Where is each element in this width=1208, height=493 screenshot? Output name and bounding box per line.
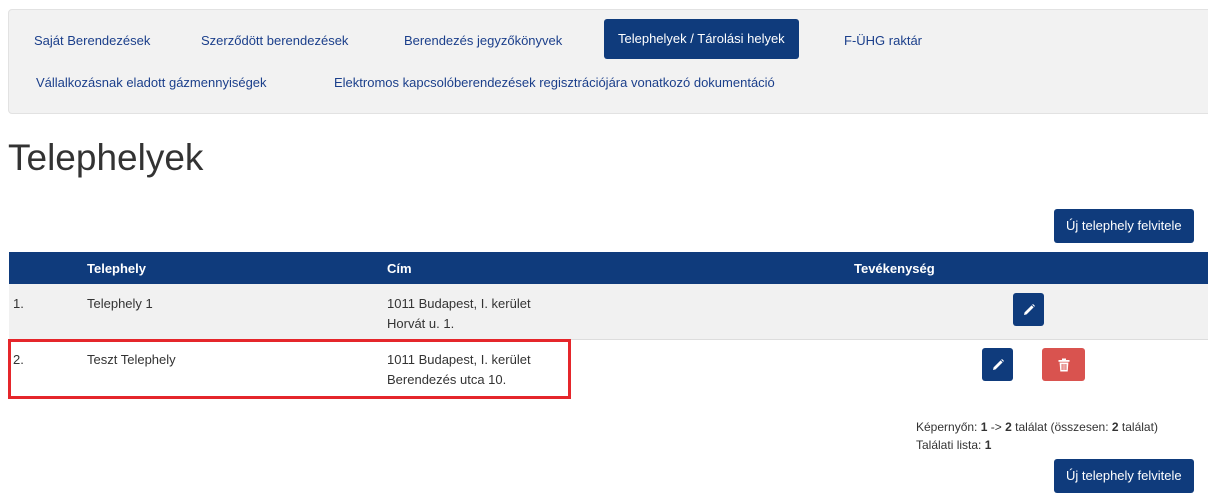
col-num-header [9, 252, 87, 284]
tab-telephelyek[interactable]: Telephelyek / Tárolási helyek [604, 19, 799, 59]
tab-fuhg-raktar[interactable]: F-ÜHG raktár [844, 21, 922, 61]
table-header-row: Telephely Cím Tevékenység [9, 252, 1208, 284]
col-tevekenyseg-header: Tevékenység [854, 252, 1208, 284]
tab-eladott-gazmennyisegek[interactable]: Vállalkozásnak eladott gázmennyiségek [36, 63, 267, 103]
pencil-icon [1023, 303, 1035, 315]
col-telephely-header: Telephely [87, 252, 387, 284]
add-site-button-top[interactable]: Új telephely felvitele [1054, 209, 1194, 243]
pager-list: Találati lista: 1 [916, 436, 1158, 454]
delete-button-row-2[interactable] [1042, 348, 1085, 381]
pager-from: 1 [980, 420, 988, 434]
col-cim-header: Cím [387, 252, 854, 284]
pager-range: Képernyőn: 1 -> 2 találat (összesen: 2 t… [916, 418, 1158, 436]
pencil-icon [992, 358, 1004, 370]
row-cim-line1: 1011 Budapest, I. kerület [387, 352, 531, 367]
pager-page-link[interactable]: 1 [985, 438, 992, 452]
row-cim-line2: Berendezés utca 10. [387, 372, 507, 387]
trash-icon [1058, 358, 1069, 371]
row-cim-line2: Horvát u. 1. [387, 316, 455, 331]
pager-arrow: -> [990, 420, 1002, 434]
tab-sajat-berendezesek[interactable]: Saját Berendezések [34, 21, 150, 61]
row-telephely: Telephely 1 [87, 296, 153, 311]
add-site-button-bottom[interactable]: Új telephely felvitele [1054, 459, 1194, 493]
row-cim: 1011 Budapest, I. kerület Horvát u. 1. [387, 284, 854, 334]
page-title: Telephelyek [8, 137, 204, 178]
edit-button-row-2[interactable] [982, 348, 1013, 381]
tab-berendezes-jegyzokonyvek[interactable]: Berendezés jegyzőkönyvek [404, 21, 562, 61]
pager-list-label: Találati lista: [916, 438, 982, 452]
row-cim-line1: 1011 Budapest, I. kerület [387, 296, 531, 311]
pager-to: 2 [1005, 420, 1012, 434]
pager-screen-label: Képernyőn: [916, 420, 978, 434]
pager-results-label: találat (összesen: [1015, 420, 1109, 434]
edit-button-row-1[interactable] [1013, 293, 1044, 326]
row-cim: 1011 Budapest, I. kerület Berendezés utc… [387, 340, 854, 390]
row-number: 1. [13, 296, 24, 311]
row-telephely: Teszt Telephely [87, 352, 176, 367]
row-number: 2. [13, 352, 24, 367]
tab-szerzodott-berendezesek[interactable]: Szerződött berendezések [201, 21, 348, 61]
table-row: 2. Teszt Telephely 1011 Budapest, I. ker… [9, 339, 1208, 394]
pager-info: Képernyőn: 1 -> 2 találat (összesen: 2 t… [916, 418, 1158, 454]
pager-total-suffix: találat) [1121, 420, 1158, 434]
tab-elektromos-kapcsolo-dokumentacio[interactable]: Elektromos kapcsolóberendezések regisztr… [334, 63, 775, 103]
pager-total: 2 [1111, 420, 1119, 434]
